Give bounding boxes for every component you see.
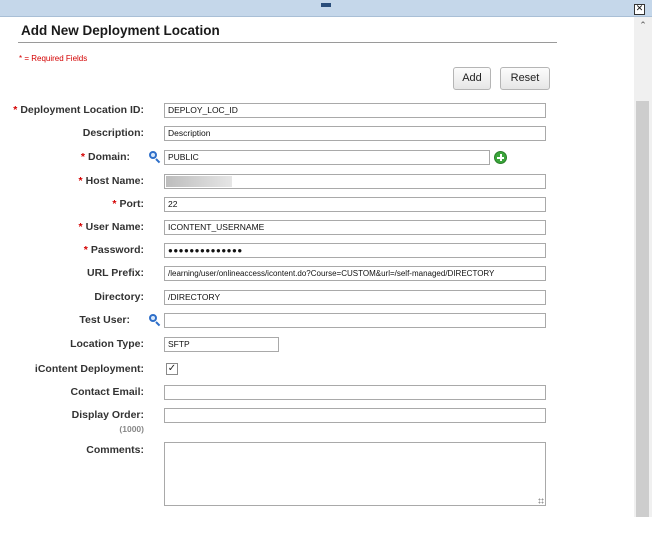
required-marker: * xyxy=(78,221,83,233)
test-user-label: Test User: xyxy=(79,314,130,326)
location-type-select[interactable]: SFTP xyxy=(164,337,279,352)
drag-handle-icon[interactable] xyxy=(321,3,331,7)
dialog-content: Add New Deployment Location * = Required… xyxy=(0,17,634,517)
required-marker: * xyxy=(78,175,83,187)
title-divider xyxy=(18,42,557,43)
user-name-input[interactable]: ICONTENT_USERNAME xyxy=(164,220,546,235)
description-input[interactable]: Description xyxy=(164,126,546,141)
location-id-input[interactable]: DEPLOY_LOC_ID xyxy=(164,103,546,118)
window-titlebar[interactable]: ✕ xyxy=(0,0,652,17)
url-prefix-label: URL Prefix: xyxy=(87,267,144,279)
add-domain-icon[interactable] xyxy=(494,151,507,164)
required-marker: * xyxy=(112,198,117,210)
directory-label: Directory: xyxy=(94,291,144,303)
domain-label: * Domain: xyxy=(80,151,130,163)
password-input[interactable]: ●●●●●●●●●●●●●● xyxy=(164,243,546,258)
host-name-label: * Host Name: xyxy=(78,175,144,187)
scroll-up-icon[interactable]: ⌃ xyxy=(634,21,652,31)
port-input[interactable]: 22 xyxy=(164,197,546,212)
domain-input[interactable]: PUBLIC xyxy=(164,150,490,165)
required-marker: * xyxy=(13,104,18,116)
location-type-label: Location Type: xyxy=(70,338,144,350)
comments-textarea[interactable] xyxy=(164,442,546,506)
required-marker: * xyxy=(83,244,88,256)
required-marker: * xyxy=(80,151,85,163)
display-order-hint: (1000) xyxy=(119,424,144,434)
display-order-input[interactable] xyxy=(164,408,546,423)
contact-email-input[interactable] xyxy=(164,385,546,400)
user-name-label: * User Name: xyxy=(78,221,144,233)
contact-email-label: Contact Email: xyxy=(70,386,144,398)
directory-input[interactable]: /DIRECTORY xyxy=(164,290,546,305)
add-button[interactable]: Add xyxy=(453,67,491,90)
url-prefix-input[interactable]: /learning/user/onlineaccess/icontent.do?… xyxy=(164,266,546,281)
icontent-deployment-checkbox[interactable]: ✓ xyxy=(166,363,178,375)
port-label: * Port: xyxy=(112,198,144,210)
close-icon[interactable]: ✕ xyxy=(634,4,645,15)
location-id-label: * Deployment Location ID: xyxy=(13,104,144,116)
test-user-input[interactable] xyxy=(164,313,546,328)
dialog-title: Add New Deployment Location xyxy=(21,23,220,38)
password-label: * Password: xyxy=(83,244,144,256)
icontent-deployment-label: iContent Deployment: xyxy=(34,363,144,375)
reset-button[interactable]: Reset xyxy=(500,67,550,90)
description-label: Description: xyxy=(82,127,144,139)
resize-grip-icon[interactable] xyxy=(538,498,544,504)
test-user-search-icon[interactable] xyxy=(149,314,161,327)
domain-search-icon[interactable] xyxy=(149,151,161,164)
vertical-scrollbar[interactable]: ⌃ xyxy=(634,17,652,517)
comments-label: Comments: xyxy=(86,444,144,456)
window-bottom xyxy=(0,517,652,556)
host-name-redacted xyxy=(166,176,232,187)
required-fields-note: * = Required Fields xyxy=(19,54,88,63)
scroll-thumb[interactable] xyxy=(636,101,649,517)
display-order-label: Display Order: xyxy=(71,409,144,421)
